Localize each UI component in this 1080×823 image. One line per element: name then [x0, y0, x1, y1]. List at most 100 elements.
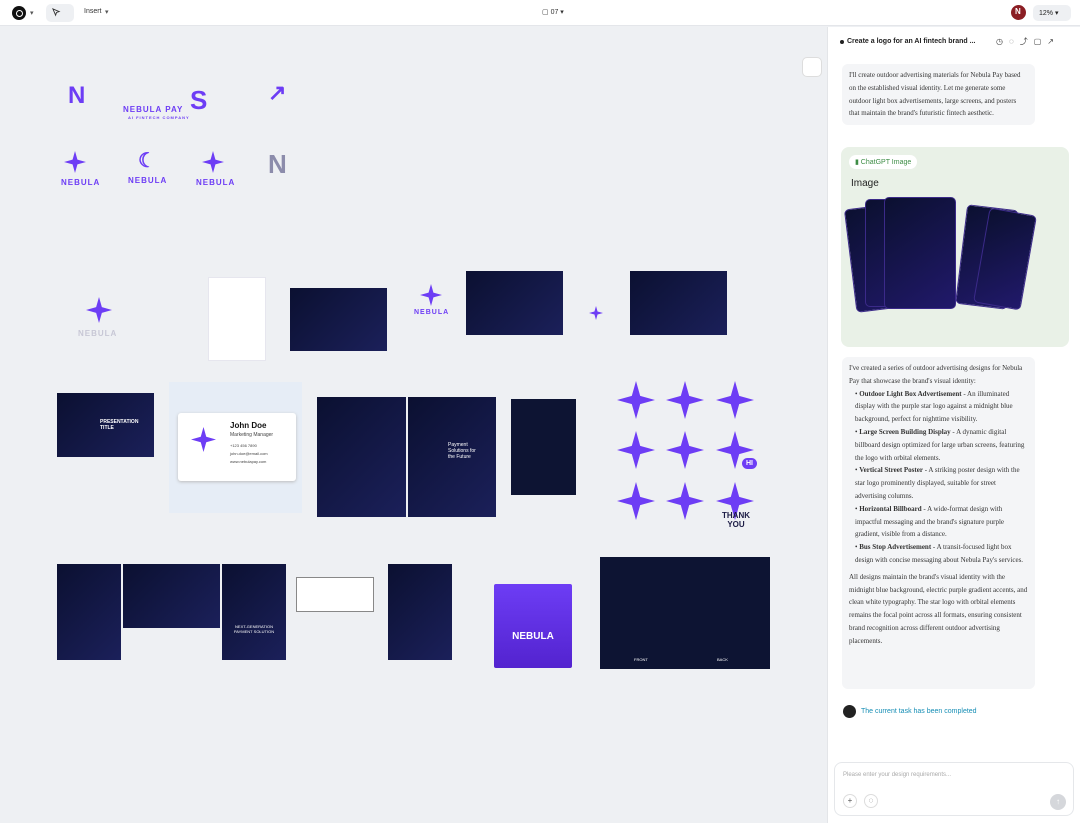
chat-actions[interactable]: ◷◌⤴▢↗	[996, 36, 1060, 47]
hi-bubble: HI	[742, 458, 757, 469]
poster-preview-main	[884, 197, 956, 309]
layers-icon[interactable]	[802, 57, 822, 77]
zoom-level[interactable]: 12% ▾	[1033, 5, 1071, 21]
file-name[interactable]: ▢ 07 ▾	[542, 8, 564, 16]
logo-concept-brand[interactable]: NEBULA PAY	[123, 105, 183, 114]
star-logo-icon	[191, 427, 216, 452]
thank-you-label: THANK YOU	[722, 511, 750, 529]
file-title: 07	[550, 9, 559, 16]
generated-image-card[interactable]: ▮ ChatGPT Image Image	[841, 147, 1069, 347]
chat-title[interactable]: Create a logo for an AI fintech brand ..…	[847, 38, 975, 45]
lanyard-badge[interactable]	[511, 399, 576, 495]
assistant-avatar-icon	[843, 705, 856, 718]
summary-item-title: Large Screen Building Display	[859, 427, 951, 436]
website-mockup[interactable]	[466, 271, 563, 335]
summary-item-title: Vertical Street Poster	[859, 466, 923, 475]
tote-brand: NEBULA	[512, 631, 554, 642]
pointer-icon	[52, 8, 61, 17]
design-canvas[interactable]: N NEBULA PAY AI FINTECH COMPANY S ↗ NEBU…	[0, 27, 827, 823]
light-box-ad[interactable]	[57, 564, 121, 660]
presentation-title: PRESENTATION TITLE	[100, 419, 139, 431]
business-card: John Doe Marketing Manager +123 456 7890…	[178, 413, 296, 481]
summary-item-title: Bus Stop Advertisement	[859, 543, 932, 552]
add-attachment-icon[interactable]: +	[843, 794, 857, 808]
insert-menu[interactable]: Insert	[84, 8, 102, 15]
logo-label: NEBULA	[196, 178, 236, 187]
logo-label: NEBULA	[414, 309, 450, 316]
summary-item: • Vertical Street Poster - A striking po…	[855, 466, 1020, 500]
business-card-scene[interactable]: John Doe Marketing Manager +123 456 7890…	[169, 382, 302, 513]
presentation-slide[interactable]: PRESENTATION TITLE	[57, 393, 154, 457]
star-logo-icon[interactable]	[420, 284, 442, 306]
app-screen-mockup[interactable]	[630, 271, 727, 335]
mascot-sticker[interactable]	[617, 381, 655, 419]
building-display[interactable]	[317, 397, 406, 517]
bus-stop-ad[interactable]	[388, 564, 452, 660]
back-label: BACK	[717, 657, 728, 662]
chat-input-placeholder[interactable]: Please enter your design requirements...	[843, 772, 951, 778]
logo-concept-s[interactable]: S	[190, 85, 208, 116]
mascot-sticker[interactable]	[617, 482, 655, 520]
chevron-down-icon: ▾	[1054, 10, 1059, 17]
poster-tagline: NEXT-GENERATION PAYMENT SOLUTION	[233, 624, 275, 634]
card-role: Marketing Manager	[230, 432, 274, 438]
card-name: John Doe	[230, 421, 267, 430]
status-dot	[840, 40, 844, 44]
envelope-card[interactable]	[290, 288, 387, 351]
chevron-down-icon[interactable]: ▾	[105, 8, 109, 16]
globe-icon[interactable]: ◌	[864, 794, 878, 808]
logo-concept-n[interactable]: N	[68, 82, 86, 110]
image-heading: Image	[851, 178, 879, 189]
star-logo-icon[interactable]	[589, 306, 603, 320]
logo-label: NEBULA	[128, 176, 168, 185]
logo-concept-arrow[interactable]: ↗	[268, 80, 287, 106]
image-chip-label: ChatGPT Image	[860, 159, 912, 166]
chat-panel: Create a logo for an AI fintech brand ..…	[827, 27, 1080, 823]
front-label: FRONT	[634, 657, 648, 662]
summary-item: • Horizontal Billboard - A wide-format d…	[855, 504, 1004, 539]
mascot-sticker[interactable]	[617, 431, 655, 469]
street-poster-ad[interactable]: NEXT-GENERATION PAYMENT SOLUTION	[222, 564, 286, 660]
tote-bag-mockup[interactable]: NEBULA	[494, 584, 572, 668]
chat-input-box[interactable]: Please enter your design requirements...…	[834, 762, 1074, 816]
logo-label: NEBULA	[61, 178, 101, 187]
summary-item-title: Horizontal Billboard	[859, 504, 922, 513]
avatar[interactable]	[1011, 5, 1026, 20]
summary-list: • Outdoor Light Box Advertisement - An i…	[849, 388, 1028, 567]
mascot-sticker[interactable]	[666, 431, 704, 469]
task-status: The current task has been completed	[861, 708, 977, 715]
card-email: john.doe@email.com	[230, 451, 268, 456]
zoom-label: 12%	[1039, 10, 1054, 17]
assistant-summary-message: I've created a series of outdoor adverti…	[842, 357, 1035, 689]
mascot-sticker[interactable]	[666, 482, 704, 520]
letterhead-card[interactable]	[208, 277, 266, 361]
chevron-down-icon[interactable]: ▾	[30, 9, 34, 17]
star-logo-icon[interactable]	[86, 297, 112, 323]
booth-headline: Payment Solutions for the Future	[448, 442, 476, 460]
summary-intro: I've created a series of outdoor adverti…	[849, 364, 1023, 385]
chatgpt-image-chip[interactable]: ▮ ChatGPT Image	[849, 155, 918, 169]
app-logo-icon[interactable]	[12, 6, 26, 20]
star-logo-icon[interactable]	[64, 151, 86, 173]
billboard-ad[interactable]	[296, 577, 374, 612]
select-tool-button[interactable]	[46, 4, 74, 22]
booth-display[interactable]: Payment Solutions for the Future	[408, 397, 496, 517]
logo-label: NEBULA	[78, 329, 118, 338]
logo-concept-company: AI FINTECH COMPANY	[128, 115, 190, 120]
summary-outro: All designs maintain the brand's visual …	[849, 572, 1028, 645]
card-website: www.nebulapay.com	[230, 459, 267, 464]
mascot-sticker[interactable]	[716, 381, 754, 419]
star-logo-icon[interactable]	[202, 151, 224, 173]
assistant-message: I'll create outdoor advertising material…	[842, 64, 1035, 126]
mascot-sticker[interactable]	[666, 381, 704, 419]
logo-concept-outline-n[interactable]: N	[268, 149, 288, 180]
send-button[interactable]: ↑	[1050, 794, 1066, 810]
card-phone: +123 456 7890	[230, 443, 257, 448]
moon-dollar-icon[interactable]: ☾	[138, 148, 157, 173]
apparel-mockup[interactable]: FRONT BACK	[600, 557, 770, 669]
building-screen-ad[interactable]	[123, 564, 220, 628]
top-toolbar: ▾ Insert ▾ ▢ 07 ▾ 12% ▾	[0, 0, 1080, 26]
summary-item: • Bus Stop Advertisement - A transit-foc…	[855, 543, 1024, 564]
summary-item: • Outdoor Light Box Advertisement - An i…	[855, 389, 1013, 424]
summary-item: • Large Screen Building Display - A dyna…	[855, 427, 1025, 462]
